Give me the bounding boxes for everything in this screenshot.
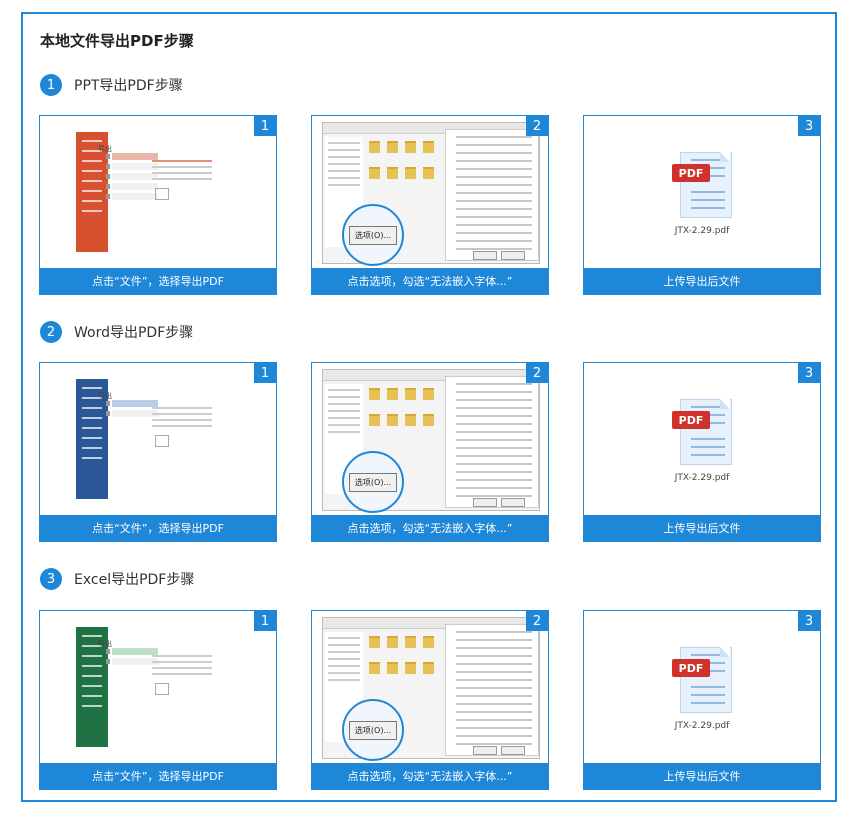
- pdf-file-preview: PDF JTX-2.29.pdf: [584, 116, 820, 270]
- export-heading: 导出: [98, 640, 112, 648]
- step-card-ppt-1[interactable]: 导出 1 点击“文件”，选择导出PDF: [39, 115, 277, 295]
- section-header-word: 2 Word导出PDF步骤: [40, 321, 193, 343]
- create-pdf-button: [155, 435, 169, 447]
- zoom-highlight-circle: 选项(O)...: [342, 451, 404, 513]
- step-number: 1: [254, 363, 276, 383]
- step-number: 3: [798, 611, 820, 631]
- pdf-label: PDF: [672, 164, 710, 182]
- options-button[interactable]: 选项(O)...: [348, 472, 398, 492]
- pdf-label: PDF: [672, 411, 710, 429]
- export-heading: 导出: [98, 392, 112, 400]
- step-number: 3: [798, 363, 820, 383]
- section-number-badge: 1: [40, 74, 62, 96]
- section-number-badge: 2: [40, 321, 62, 343]
- options-panel: [445, 376, 539, 508]
- step-number: 1: [254, 611, 276, 631]
- screenshot-export-menu: 导出: [40, 116, 276, 270]
- options-panel: [445, 129, 539, 261]
- file-name: JTX-2.29.pdf: [674, 473, 730, 483]
- pdf-file-preview: PDF JTX-2.29.pdf: [584, 611, 820, 765]
- step-card-ppt-3[interactable]: PDF JTX-2.29.pdf 3 上传导出后文件: [583, 115, 821, 295]
- screenshot-export-menu: 导出: [40, 363, 276, 517]
- step-caption: 上传导出后文件: [584, 515, 820, 541]
- step-card-excel-3[interactable]: PDF JTX-2.29.pdf 3 上传导出后文件: [583, 610, 821, 790]
- options-button[interactable]: 选项(O)...: [348, 720, 398, 740]
- step-number: 1: [254, 116, 276, 136]
- step-caption: 点击“文件”，选择导出PDF: [40, 268, 276, 294]
- screenshot-save-dialog: 选项(O)...: [312, 116, 548, 270]
- step-card-word-1[interactable]: 导出 1 点击“文件”，选择导出PDF: [39, 362, 277, 542]
- step-caption: 上传导出后文件: [584, 763, 820, 789]
- pdf-file-preview: PDF JTX-2.29.pdf: [584, 363, 820, 517]
- section-title: Excel导出PDF步骤: [74, 572, 195, 588]
- step-card-excel-1[interactable]: 导出 1 点击“文件”，选择导出PDF: [39, 610, 277, 790]
- pdf-file-icon: PDF: [672, 399, 734, 473]
- step-number: 2: [526, 363, 548, 383]
- zoom-highlight-circle: 选项(O)...: [342, 204, 404, 266]
- step-card-word-3[interactable]: PDF JTX-2.29.pdf 3 上传导出后文件: [583, 362, 821, 542]
- options-button[interactable]: 选项(O)...: [348, 225, 398, 245]
- section-title: PPT导出PDF步骤: [74, 78, 183, 94]
- step-caption: 点击选项，勾选“无法嵌入字体...”: [312, 515, 548, 541]
- step-caption: 点击选项，勾选“无法嵌入字体...”: [312, 763, 548, 789]
- step-caption: 点击选项，勾选“无法嵌入字体...”: [312, 268, 548, 294]
- pdf-file-icon: PDF: [672, 647, 734, 721]
- section-header-excel: 3 Excel导出PDF步骤: [40, 568, 194, 590]
- pdf-label: PDF: [672, 659, 710, 677]
- section-number-badge: 3: [40, 568, 62, 590]
- step-number: 2: [526, 611, 548, 631]
- file-name: JTX-2.29.pdf: [674, 721, 730, 731]
- export-heading: 导出: [98, 145, 112, 153]
- section-header-ppt: 1 PPT导出PDF步骤: [40, 74, 183, 96]
- zoom-highlight-circle: 选项(O)...: [342, 699, 404, 761]
- options-panel: [445, 624, 539, 756]
- screenshot-save-dialog: 选项(O)...: [312, 611, 548, 765]
- step-number: 2: [526, 116, 548, 136]
- step-caption: 点击“文件”，选择导出PDF: [40, 515, 276, 541]
- create-pdf-button: [155, 188, 169, 200]
- step-card-word-2[interactable]: 选项(O)... 2 点击选项，勾选“无法嵌入字体...”: [311, 362, 549, 542]
- step-number: 3: [798, 116, 820, 136]
- screenshot-save-dialog: 选项(O)...: [312, 363, 548, 517]
- file-name: JTX-2.29.pdf: [674, 226, 730, 236]
- pdf-file-icon: PDF: [672, 152, 734, 226]
- section-title: Word导出PDF步骤: [74, 325, 194, 341]
- step-card-ppt-2[interactable]: 选项(O)... 2 点击选项，勾选“无法嵌入字体...”: [311, 115, 549, 295]
- step-card-excel-2[interactable]: 选项(O)... 2 点击选项，勾选“无法嵌入字体...”: [311, 610, 549, 790]
- step-caption: 上传导出后文件: [584, 268, 820, 294]
- page-title: 本地文件导出PDF步骤: [40, 32, 194, 50]
- step-caption: 点击“文件”，选择导出PDF: [40, 763, 276, 789]
- create-pdf-button: [155, 683, 169, 695]
- screenshot-export-menu: 导出: [40, 611, 276, 765]
